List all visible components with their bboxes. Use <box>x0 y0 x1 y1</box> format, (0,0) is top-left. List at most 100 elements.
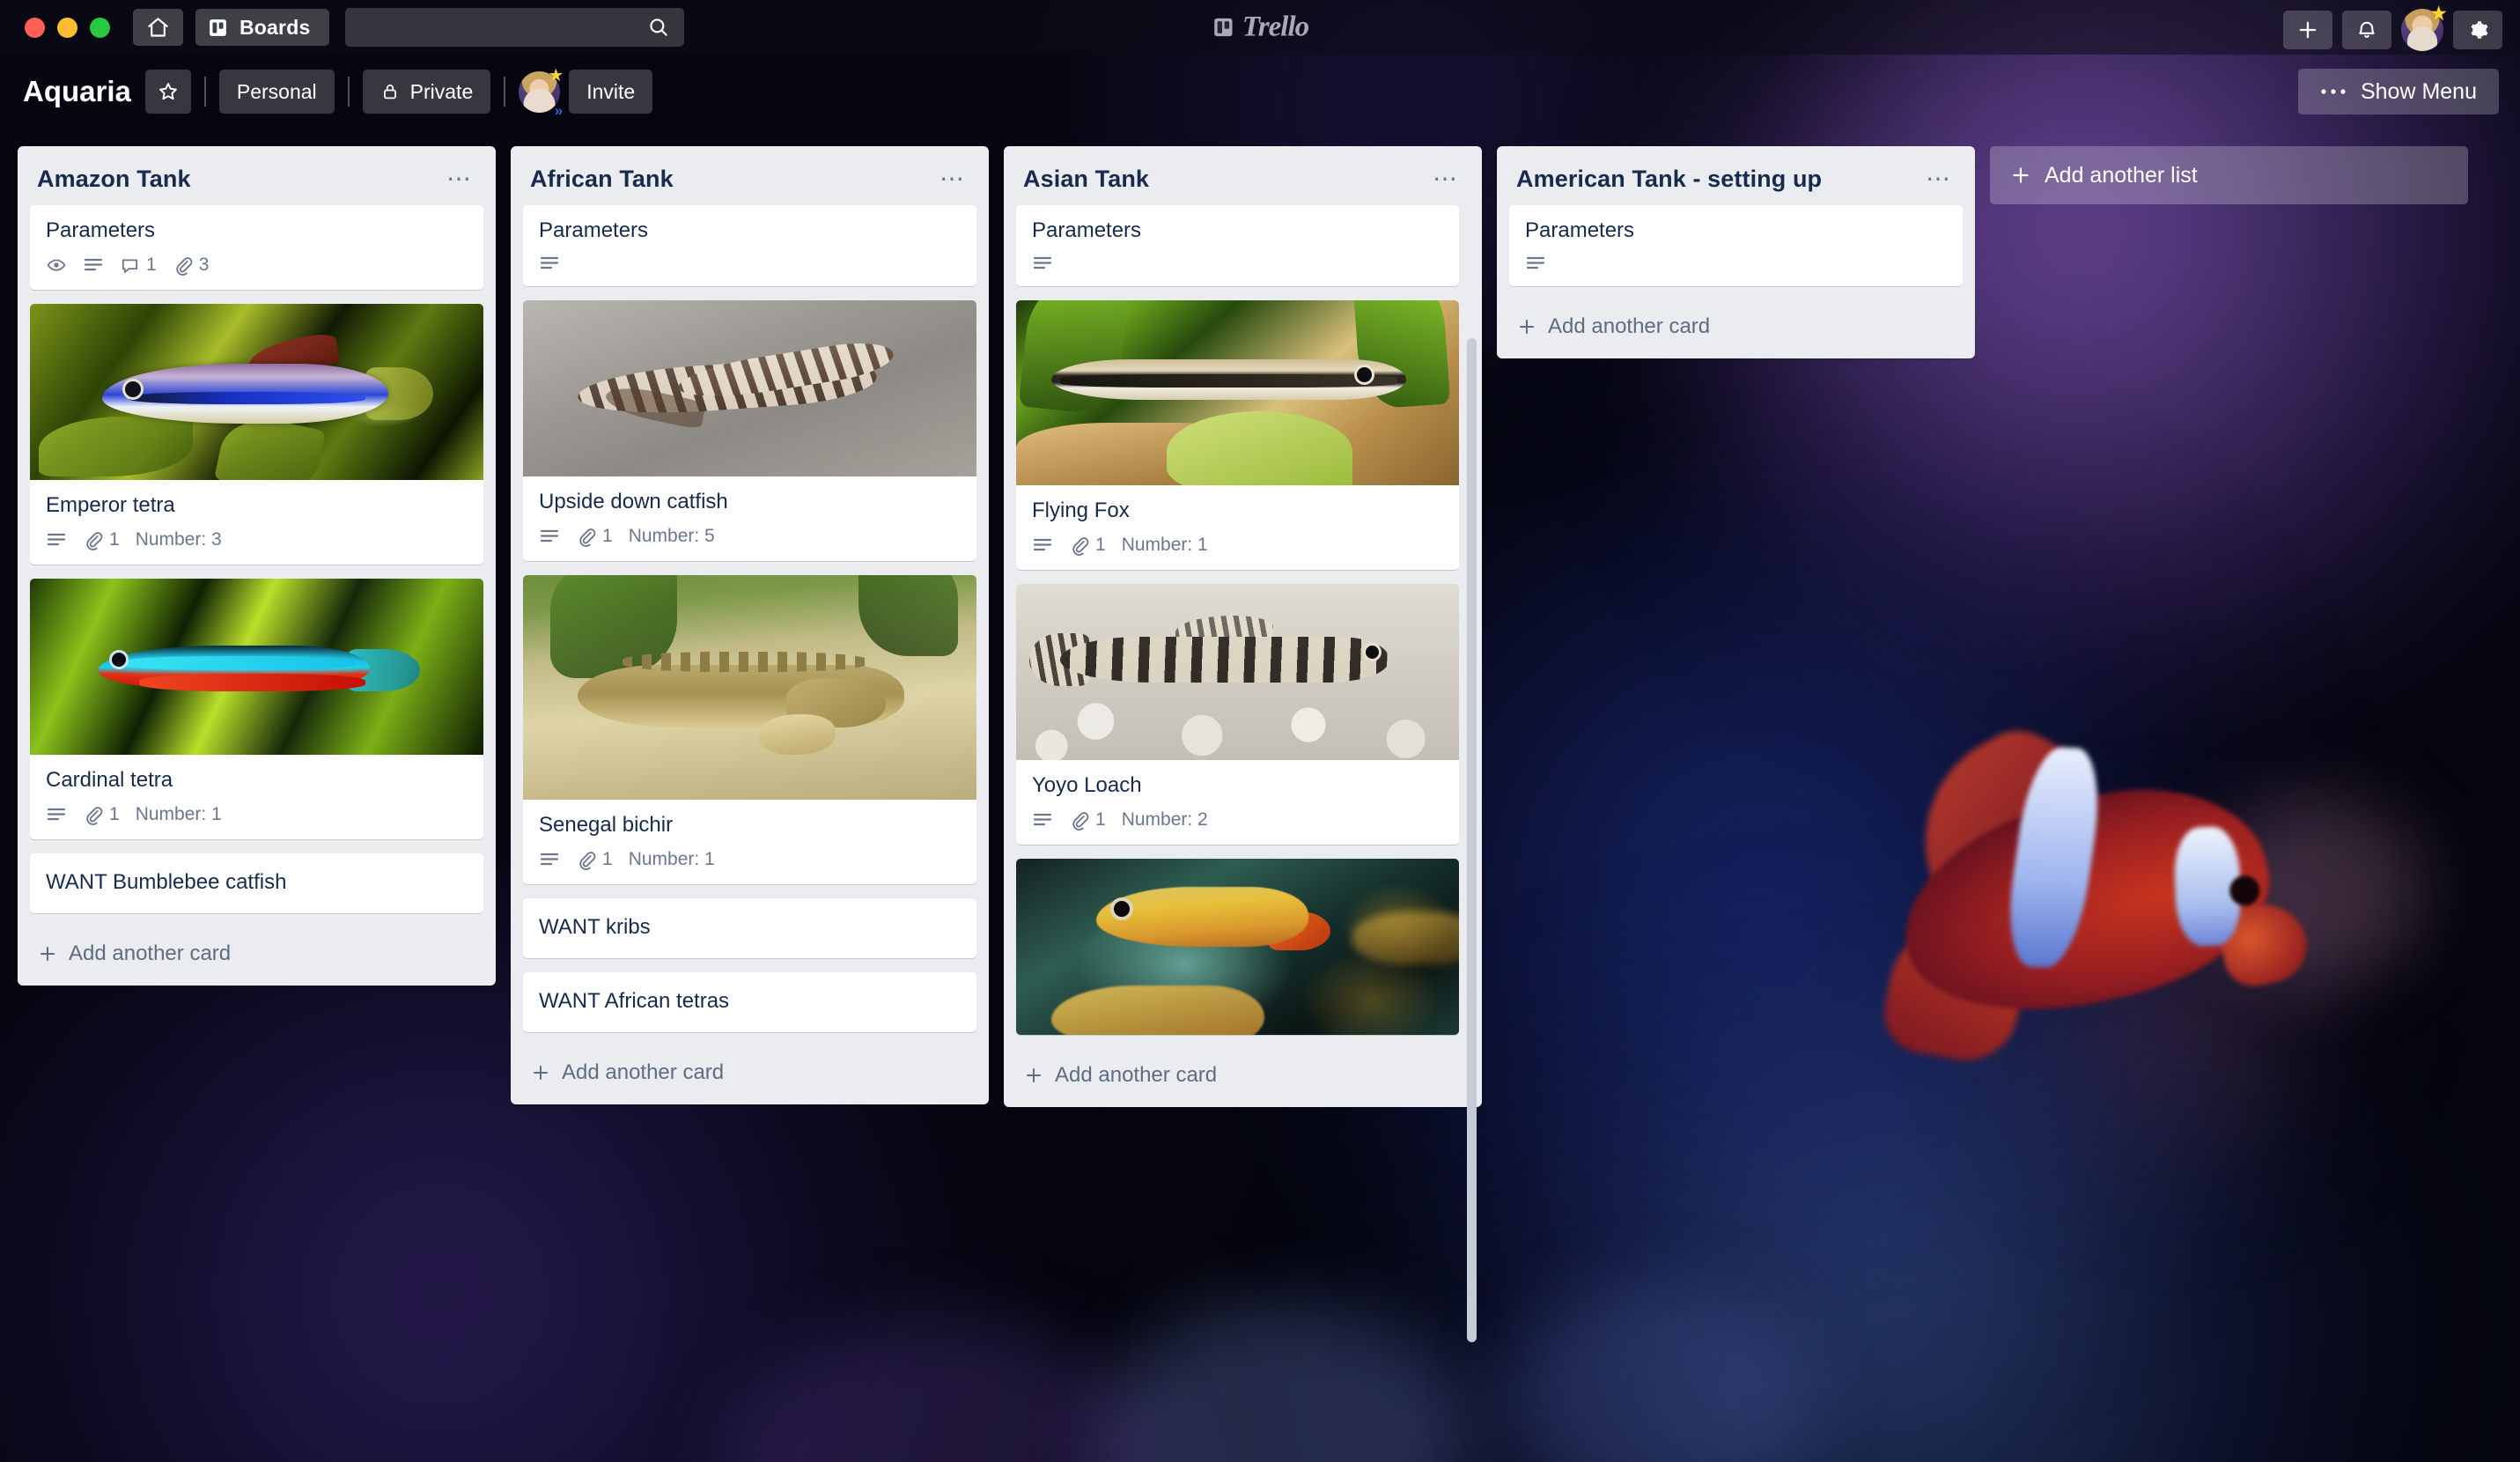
trello-logo: Trello <box>1212 11 1309 44</box>
list-title[interactable]: Asian Tank <box>1023 166 1149 193</box>
card-parameters[interactable]: Parameters <box>523 205 976 286</box>
description-icon <box>539 851 560 868</box>
add-another-list-button[interactable]: Add another list <box>1990 146 2468 204</box>
card-container: Parameters <box>511 205 989 1046</box>
card-title: Upside down catfish <box>539 490 728 513</box>
custom-field-badge: Number: 5 <box>628 526 715 546</box>
card-title: Parameters <box>1525 218 1635 242</box>
cardinal-tetra-photo <box>30 579 483 755</box>
board-member-avatar[interactable]: ★ » <box>519 67 564 118</box>
plus-icon <box>2009 164 2032 187</box>
list-menu-button[interactable]: ⋯ <box>443 166 476 192</box>
description-badge <box>539 528 560 545</box>
custom-field-badge: Number: 1 <box>628 849 715 869</box>
settings-button[interactable] <box>2453 11 2502 49</box>
add-another-card-button[interactable]: Add another card <box>511 1046 989 1099</box>
attachments-badge: 1 <box>1069 809 1106 831</box>
list-menu-button[interactable]: ⋯ <box>936 166 969 192</box>
board-header: Aquaria Personal Private ★ » Invite Show… <box>0 55 2520 129</box>
comment-icon <box>120 255 140 276</box>
card-cardinal-tetra[interactable]: Cardinal tetra 1 Number: 1 <box>30 579 483 839</box>
search-box[interactable] <box>345 8 685 47</box>
search-input[interactable] <box>345 8 648 47</box>
show-menu-label: Show Menu <box>2360 78 2477 104</box>
user-avatar[interactable]: ★ <box>2401 4 2448 51</box>
home-icon <box>146 16 170 40</box>
avatar-star-badge: ★ <box>2429 2 2448 25</box>
notifications-button[interactable] <box>2342 11 2391 49</box>
header-divider <box>347 77 350 107</box>
attachments-count: 1 <box>1095 809 1106 830</box>
card-title: Senegal bichir <box>539 813 674 837</box>
card-badges <box>1525 255 1947 272</box>
attachments-count: 1 <box>1095 535 1106 555</box>
show-menu-button[interactable]: Show Menu <box>2297 69 2499 114</box>
card-flying-fox[interactable]: Flying Fox 1 Number: 1 <box>1016 300 1459 570</box>
list-title[interactable]: African Tank <box>530 166 674 193</box>
comments-count: 1 <box>146 255 157 275</box>
attachments-count: 1 <box>602 526 613 546</box>
list-title[interactable]: Amazon Tank <box>37 166 191 193</box>
board-title[interactable]: Aquaria <box>23 75 131 108</box>
description-badge <box>539 851 560 868</box>
add-another-card-button[interactable]: Add another card <box>1497 300 1975 353</box>
card-badges: 1 Number: 1 <box>1032 535 1443 556</box>
workspace-button[interactable]: Personal <box>218 70 335 114</box>
visibility-button[interactable]: Private <box>362 70 491 114</box>
watch-badge <box>46 255 67 276</box>
attachments-count: 1 <box>109 804 120 824</box>
custom-field-badge: Number: 1 <box>135 804 222 824</box>
board-canvas: Amazon Tank ⋯ Parameters 1 3 Emperor tet… <box>0 134 2520 1462</box>
maximize-window-button[interactable] <box>90 17 110 38</box>
card-want-african-tetras[interactable]: WANT African tetras <box>523 972 976 1032</box>
description-icon <box>1525 255 1546 272</box>
card-container: Parameters <box>1004 205 1482 1049</box>
visibility-label: Private <box>409 79 474 103</box>
invite-button[interactable]: Invite <box>569 70 653 114</box>
card-container: Parameters <box>1497 205 1975 300</box>
header-divider <box>203 77 206 107</box>
card-title: Parameters <box>1032 218 1142 242</box>
list-american-tank: American Tank - setting up ⋯ Parameters <box>1497 146 1975 358</box>
emperor-tetra-photo <box>30 304 483 480</box>
search-icon[interactable] <box>647 16 670 39</box>
comments-badge: 1 <box>120 255 157 276</box>
card-want-bumblebee-catfish[interactable]: WANT Bumblebee catfish <box>30 853 483 913</box>
card-want-kribs[interactable]: WANT kribs <box>523 898 976 958</box>
boards-label: Boards <box>239 15 311 39</box>
close-window-button[interactable] <box>25 17 45 38</box>
list-menu-button[interactable]: ⋯ <box>1922 166 1956 192</box>
card-parameters[interactable]: Parameters <box>1016 205 1459 286</box>
attachment-icon <box>1069 810 1089 831</box>
member-star-badge: ★ <box>548 65 564 85</box>
card-parameters[interactable]: Parameters <box>30 205 483 290</box>
senegal-bichir-photo <box>523 575 976 800</box>
card-title: WANT African tetras <box>539 989 730 1013</box>
attachments-badge: 1 <box>1069 535 1106 556</box>
list-header: Asian Tank ⋯ <box>1004 146 1482 205</box>
minimize-window-button[interactable] <box>57 17 77 38</box>
list-menu-button[interactable]: ⋯ <box>1429 166 1463 192</box>
attachment-icon <box>173 255 193 276</box>
add-another-card-button[interactable]: Add another card <box>18 927 496 980</box>
boards-button[interactable]: Boards <box>195 9 330 46</box>
card-title: Flying Fox <box>1032 498 1130 522</box>
add-button[interactable] <box>2283 11 2332 49</box>
attachments-count: 3 <box>198 255 210 275</box>
plus-icon <box>37 943 58 964</box>
home-button[interactable] <box>133 9 183 46</box>
star-board-button[interactable] <box>144 70 191 114</box>
window-traffic-lights <box>25 17 110 38</box>
list-title[interactable]: American Tank - setting up <box>1516 166 1822 193</box>
card-upside-down-catfish[interactable]: Upside down catfish 1 Number: 5 <box>523 300 976 561</box>
list-scrollbar[interactable] <box>1467 338 1477 1342</box>
card-parameters[interactable]: Parameters <box>1509 205 1963 286</box>
card-yoyo-loach[interactable]: Yoyo Loach 1 Number: 2 <box>1016 584 1459 845</box>
plus-icon <box>1516 316 1537 337</box>
flying-fox-photo <box>1016 300 1459 485</box>
card-emperor-tetra[interactable]: Emperor tetra 1 Number: 3 <box>30 304 483 565</box>
card-barb[interactable] <box>1016 859 1459 1035</box>
card-title: WANT kribs <box>539 915 651 939</box>
add-another-card-button[interactable]: Add another card <box>1004 1049 1482 1102</box>
card-senegal-bichir[interactable]: Senegal bichir 1 Number: 1 <box>523 575 976 884</box>
